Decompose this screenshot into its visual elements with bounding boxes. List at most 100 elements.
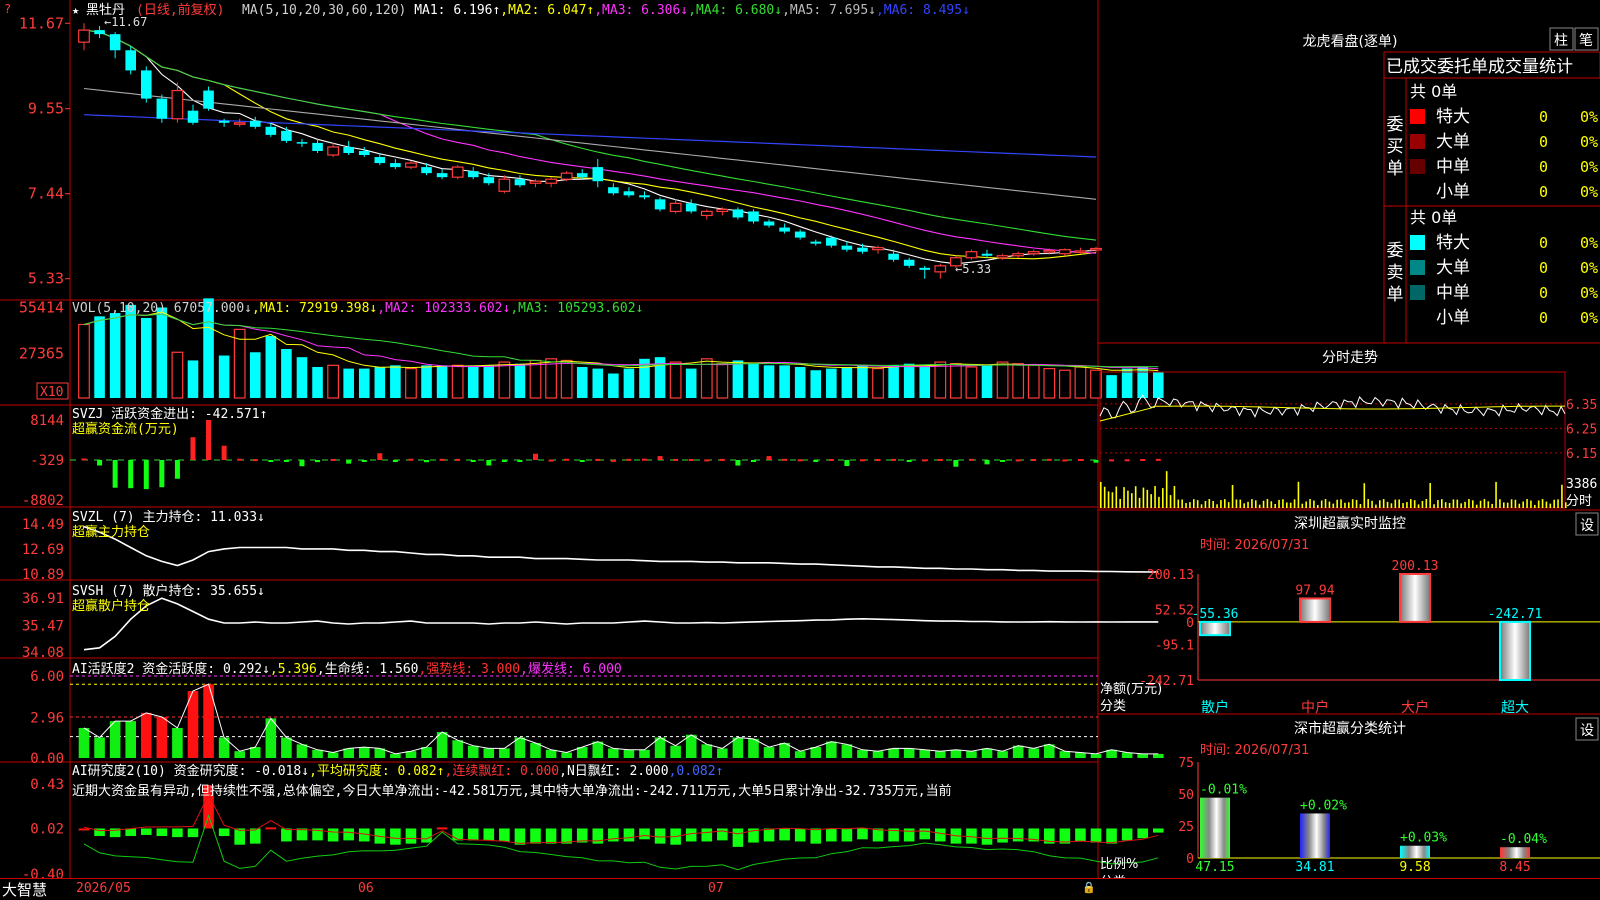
fenshi-volume-bar bbox=[1127, 490, 1129, 508]
svsh-axis-label: 35.47 bbox=[22, 618, 64, 634]
candle bbox=[903, 259, 915, 266]
monitor-bar bbox=[1299, 597, 1331, 623]
volume-bar bbox=[965, 366, 978, 399]
classify-y-label: 比例% bbox=[1100, 857, 1138, 872]
research-bar bbox=[810, 828, 822, 844]
volume-bar bbox=[685, 368, 697, 398]
activity-bar bbox=[156, 717, 168, 758]
candle bbox=[343, 146, 354, 153]
fenshi-volume-bar bbox=[1162, 488, 1164, 508]
order-type-label: 中单 bbox=[1436, 283, 1470, 303]
x-date-label: 2026/05 bbox=[76, 881, 131, 896]
svzj-bar bbox=[221, 445, 227, 460]
svzj-bar bbox=[641, 458, 647, 461]
svzj-bar bbox=[750, 460, 756, 462]
classify-date: 时间: 2026/07/31 bbox=[1200, 743, 1309, 758]
volume-bar bbox=[1074, 366, 1087, 399]
fenshi-volume-bar bbox=[1200, 504, 1203, 508]
svzj-bar bbox=[1015, 459, 1021, 462]
candle bbox=[140, 70, 152, 99]
volume-bar bbox=[608, 373, 619, 398]
x-date-label: 07 bbox=[708, 881, 724, 896]
volume-bar bbox=[358, 368, 370, 398]
svzj-bar bbox=[891, 458, 897, 461]
activity-bar bbox=[1075, 752, 1086, 758]
volume-bar bbox=[156, 307, 168, 398]
candle bbox=[608, 187, 619, 194]
research-bar bbox=[639, 828, 650, 840]
svzj-bar bbox=[797, 459, 803, 462]
price-axis-label: 9.55 bbox=[28, 100, 64, 118]
monitor-value-label: 97.94 bbox=[1295, 583, 1334, 598]
research-bar bbox=[623, 828, 635, 842]
volume-bar bbox=[732, 360, 744, 398]
volume-bar bbox=[405, 368, 417, 399]
lock-icon[interactable]: 🔒 bbox=[1082, 881, 1096, 894]
volume-bar bbox=[779, 365, 790, 398]
volume-bar bbox=[919, 365, 931, 398]
monitor-category-label: 大户 bbox=[1401, 699, 1429, 716]
svzj-bar bbox=[766, 456, 772, 460]
order-side-label: 单 bbox=[1387, 159, 1404, 179]
activity-bar bbox=[561, 752, 572, 758]
fenshi-volume-bar bbox=[1557, 499, 1559, 508]
fenshi-volume-bar bbox=[1266, 499, 1269, 508]
volume-bar bbox=[140, 317, 152, 398]
fenshi-volume-bar bbox=[1258, 504, 1261, 508]
activity-bar bbox=[1121, 752, 1133, 758]
order-type-label: 大单 bbox=[1436, 258, 1470, 278]
order-side-label: 委 bbox=[1387, 241, 1404, 261]
fenshi-volume-bar bbox=[1479, 500, 1482, 508]
research-line-low bbox=[83, 814, 1159, 871]
candle bbox=[576, 173, 588, 178]
monitor-bar bbox=[1199, 620, 1231, 637]
candle bbox=[794, 231, 806, 238]
activity-bar bbox=[483, 748, 495, 758]
fenshi-volume-bar bbox=[1142, 487, 1145, 508]
activity-bar bbox=[997, 751, 1008, 758]
question-icon[interactable]: ? bbox=[4, 2, 11, 16]
fenshi-volume-bar bbox=[1379, 500, 1381, 508]
svzj-bar bbox=[1062, 459, 1068, 462]
svzj-bar bbox=[159, 460, 165, 488]
fenshi-volume-bar bbox=[1351, 499, 1354, 508]
fenshi-volume-bar bbox=[1553, 499, 1555, 508]
fenshi-volume-bar bbox=[1185, 503, 1187, 508]
svzj-bar bbox=[626, 458, 632, 461]
svzj-bar bbox=[735, 460, 741, 466]
fenshi-volume-bar bbox=[1472, 500, 1474, 508]
monitor-axis-label: 200.13 bbox=[1147, 568, 1194, 583]
volume-bar bbox=[312, 366, 323, 398]
fenshi-volume-bar bbox=[1317, 504, 1319, 508]
activity-bar bbox=[94, 737, 105, 758]
research-bar bbox=[172, 828, 183, 838]
order-side-label: 委 bbox=[1387, 115, 1404, 135]
candle bbox=[965, 251, 978, 259]
fenshi-volume-bar bbox=[1282, 499, 1284, 508]
fenshi-volume-bar bbox=[1270, 501, 1273, 508]
candle bbox=[1027, 251, 1040, 255]
candle bbox=[934, 265, 947, 273]
volume-bar bbox=[763, 365, 775, 398]
svsh-axis-label: 34.08 bbox=[22, 645, 64, 661]
activity-bar bbox=[888, 748, 899, 758]
activity-bar bbox=[1152, 753, 1164, 758]
fenshi-volume-bar bbox=[1286, 502, 1288, 508]
volume-bar bbox=[467, 365, 479, 398]
candle bbox=[390, 163, 401, 168]
research-comment: 近期大资金虽有异动,但持续性不强,总体偏空,今日大单净流出:-42.581万元,… bbox=[72, 783, 952, 799]
fenshi-volume-bar bbox=[1293, 499, 1296, 508]
fenshi-axis-label: 6.25 bbox=[1566, 422, 1597, 437]
svzj-bar bbox=[922, 459, 928, 462]
volume-bar bbox=[592, 368, 604, 398]
svzj-bar bbox=[875, 459, 881, 462]
activity-bar bbox=[312, 749, 323, 758]
volume-bar bbox=[265, 335, 277, 398]
volume-legend: VOL(5,10,20) 67057.000↓,MA1: 72919.398↓,… bbox=[72, 301, 643, 316]
fenshi-volume-bar bbox=[1134, 486, 1137, 508]
candle bbox=[779, 227, 790, 232]
fenshi-volume-bar bbox=[1398, 499, 1400, 508]
order-color-swatch bbox=[1410, 134, 1425, 149]
svzj-bar bbox=[439, 458, 445, 461]
order-type-label: 大单 bbox=[1436, 132, 1470, 152]
